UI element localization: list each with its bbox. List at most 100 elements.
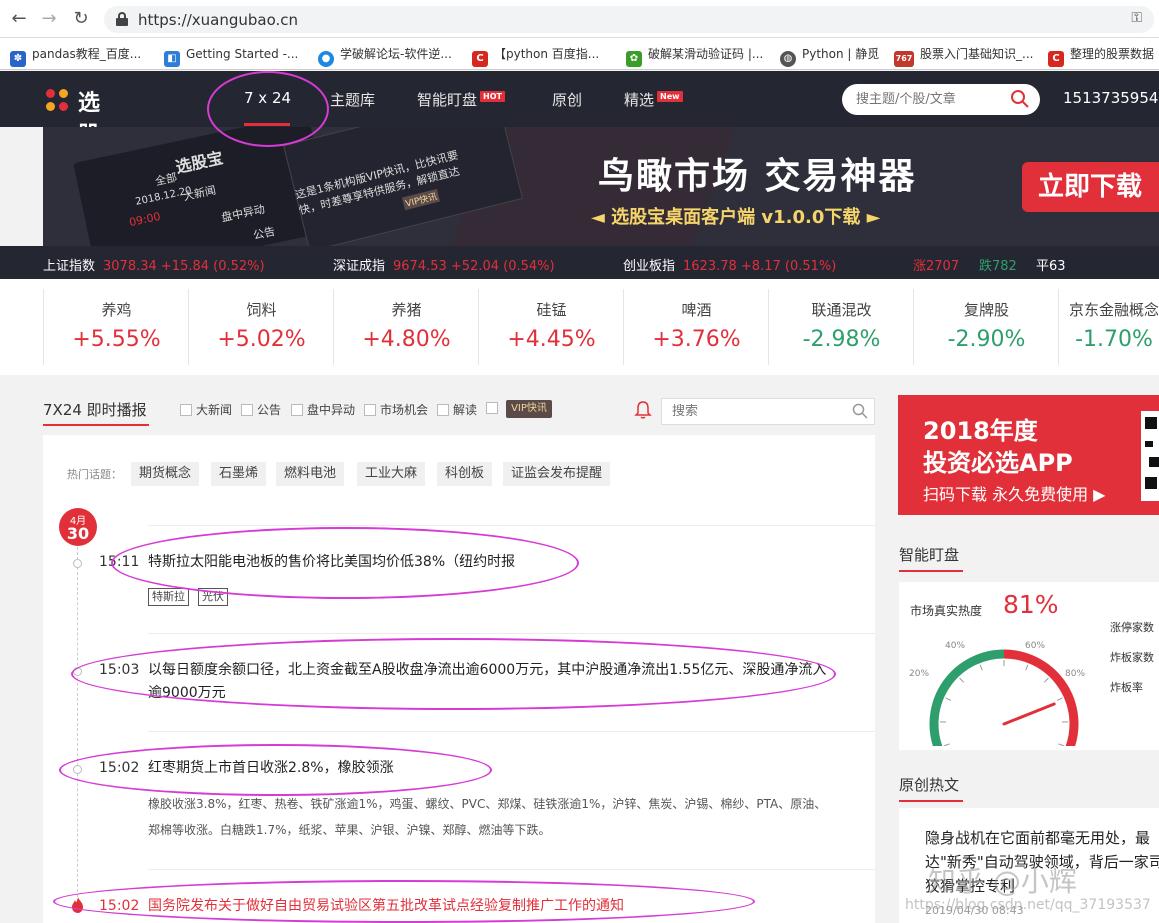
nav-active-underline	[244, 123, 290, 126]
article-section-title: 原创热文	[899, 776, 960, 794]
monitor-section-title: 智能盯盘	[899, 546, 960, 564]
checkbox[interactable]	[437, 404, 449, 416]
url-text[interactable]: https://xuangubao.cn	[138, 11, 298, 29]
csdn-icon: C	[472, 51, 488, 67]
nav-smart-monitor[interactable]: 智能盯盘 HOT	[417, 89, 505, 110]
filter-analysis[interactable]: 解读	[437, 401, 477, 418]
timeline-dot	[73, 667, 82, 676]
news-title-important[interactable]: 国务院发布关于做好自由贸易试验区第五批改革试点经验复制推广工作的通知	[148, 895, 828, 918]
news-title[interactable]: 以每日额度余额口径，北上资金截至A股收盘净流出逾6000万元，其中沪股通净流出1…	[148, 659, 828, 705]
gauge-needle	[1002, 702, 1056, 726]
sector-card[interactable]: 啤酒 +3.76%	[623, 289, 768, 365]
checkbox[interactable]	[180, 404, 192, 416]
gauge-tick	[959, 677, 965, 683]
index-chinext[interactable]: 创业板指 1623.78 +8.17 (0.51%)	[623, 255, 836, 274]
bookmark-item[interactable]: ✿ 破解某滑动验证码 |...	[626, 45, 763, 67]
lock-icon	[116, 12, 128, 26]
checkbox[interactable]	[291, 404, 303, 416]
sector-card[interactable]: 养猪 +4.80%	[333, 289, 478, 365]
nav-topics[interactable]: 主题库	[330, 89, 375, 110]
news-toolbar: 7X24 即时播报 大新闻 公告 盘中异动 市场机会 解读 VIP快讯	[43, 393, 875, 427]
gauge-tick-label: 40%	[945, 641, 965, 651]
sector-card[interactable]: 硅锰 +4.45%	[478, 289, 623, 365]
down-count: 跌782	[979, 259, 1017, 274]
hot-topic-tag[interactable]: 石墨烯	[211, 462, 267, 486]
sector-card[interactable]: 复牌股 -2.90%	[913, 289, 1058, 365]
news-search[interactable]	[661, 398, 875, 425]
hot-topic-tag[interactable]: 工业大麻	[357, 462, 426, 486]
filter-big-news[interactable]: 大新闻	[180, 401, 232, 418]
qr-code-icon	[1141, 411, 1159, 501]
user-account[interactable]: 15137359541	[1063, 89, 1159, 107]
news-time: 15:11	[99, 554, 140, 570]
fire-icon	[72, 897, 83, 913]
nav-7x24[interactable]: 7 x 24	[244, 89, 291, 107]
search-icon[interactable]	[852, 403, 868, 419]
gauge-tick-label: 80%	[1065, 669, 1085, 679]
key-icon[interactable]: ⚿	[1131, 10, 1142, 26]
nav-original[interactable]: 原创	[552, 89, 582, 110]
date-badge: 4月 30	[59, 508, 97, 546]
checkbox[interactable]	[486, 402, 498, 414]
nav-featured[interactable]: 精选 New	[624, 89, 683, 110]
csdn-icon: C	[1048, 51, 1064, 67]
up-count: 涨2707	[913, 259, 960, 274]
bookmark-item[interactable]: C 整理的股票数据	[1048, 45, 1154, 67]
767-icon: 767	[894, 51, 914, 67]
back-arrow-icon[interactable]: ←	[8, 8, 30, 30]
hot-topic-tag[interactable]: 期货概念	[131, 462, 200, 486]
app-download-card[interactable]: 2018年度 投资必选APP 扫码下载 永久免费使用 ▶	[898, 395, 1159, 515]
bell-icon[interactable]	[634, 400, 652, 420]
index-shanghai[interactable]: 上证指数 3078.34 +15.84 (0.52%)	[43, 255, 265, 274]
stat-broken-board: 炸板家数	[1110, 651, 1154, 664]
stat-broken-rate: 炸板率	[1110, 681, 1143, 694]
bookmark-item[interactable]: ◍ Python | 静觅	[780, 45, 879, 67]
app-card-line3: 扫码下载 永久免费使用 ▶	[923, 485, 1106, 504]
filter-intraday[interactable]: 盘中异动	[291, 401, 355, 418]
site-header: 选股宝 7 x 24 主题库 智能盯盘HOT 原创 精选New 15137359…	[0, 71, 1159, 180]
checkbox[interactable]	[241, 404, 253, 416]
bookmark-item[interactable]: ● 学破解论坛-软件逆...	[318, 45, 452, 67]
market-heat-card: 市场真实热度 81% 20% 40% 60% 80% 涨停家数 炸板家数 炸板率	[899, 582, 1159, 750]
leaf-icon: ✿	[626, 51, 642, 67]
download-button[interactable]: 立即下载	[1022, 162, 1159, 212]
news-search-input[interactable]	[672, 404, 842, 419]
hot-badge: HOT	[480, 91, 505, 102]
gauge-tick-label: 20%	[909, 669, 929, 679]
checkbox[interactable]	[364, 404, 376, 416]
download-banner[interactable]: 选股宝 全部 大新闻 盘中异动 公告 2018.12.20 09:00 VIP快…	[43, 127, 1159, 246]
news-title[interactable]: 红枣期货上市首日收涨2.8%，橡胶领涨	[148, 757, 828, 780]
filter-announcement[interactable]: 公告	[241, 401, 281, 418]
filter-opportunity[interactable]: 市场机会	[364, 401, 428, 418]
news-tag[interactable]: 特斯拉	[148, 588, 189, 606]
hot-topic-tag[interactable]: 证监会发布提醒	[503, 462, 611, 486]
index-shenzhen[interactable]: 深证成指 9674.53 +52.04 (0.54%)	[333, 255, 555, 274]
site-search[interactable]	[842, 84, 1040, 115]
site-search-input[interactable]	[856, 91, 1006, 108]
gauge-tick	[979, 664, 983, 671]
banner-subtitle: ◄ 选股宝桌面客户端 v1.0.0下载 ►	[591, 207, 881, 228]
bookmark-item[interactable]: 767 股票入门基础知识_...	[894, 45, 1033, 67]
sector-card[interactable]: 饲料 +5.02%	[188, 289, 333, 365]
gauge-tick-label: 60%	[1025, 641, 1045, 651]
news-title[interactable]: 特斯拉太阳能电池板的售价将比美国均价低38%（纽约时报	[148, 551, 828, 574]
forward-arrow-icon[interactable]: →	[38, 8, 60, 30]
hot-topic-tag[interactable]: 燃料电池	[276, 462, 345, 486]
bookmark-item[interactable]: ✽ pandas教程_百度...	[10, 45, 141, 67]
timeline-dot	[73, 559, 82, 568]
reload-icon[interactable]: ↻	[70, 8, 92, 30]
hot-topic-tag[interactable]: 科创板	[437, 462, 493, 486]
vip-badge[interactable]: VIP快讯	[506, 400, 552, 418]
bookmark-item[interactable]: C 【python 百度指...	[472, 45, 599, 67]
hot-topics-label: 热门话题：	[67, 468, 122, 481]
sector-card[interactable]: 联通混改 -2.98%	[768, 289, 913, 365]
news-tag[interactable]: 光伏	[198, 588, 228, 606]
bookmark-item[interactable]: ◧ Getting Started -...	[164, 45, 298, 67]
sector-card[interactable]: 养鸡 +5.55%	[43, 289, 188, 365]
sector-card[interactable]: 京东金融概念 -1.70%	[1058, 289, 1159, 365]
address-bar[interactable]: https://xuangubao.cn ⚿	[104, 6, 1154, 33]
news-tab-title[interactable]: 7X24 即时播报	[43, 399, 147, 420]
search-icon[interactable]	[1010, 89, 1030, 109]
app-card-line2: 投资必选APP	[923, 449, 1073, 477]
filter-vip[interactable]	[486, 401, 502, 415]
